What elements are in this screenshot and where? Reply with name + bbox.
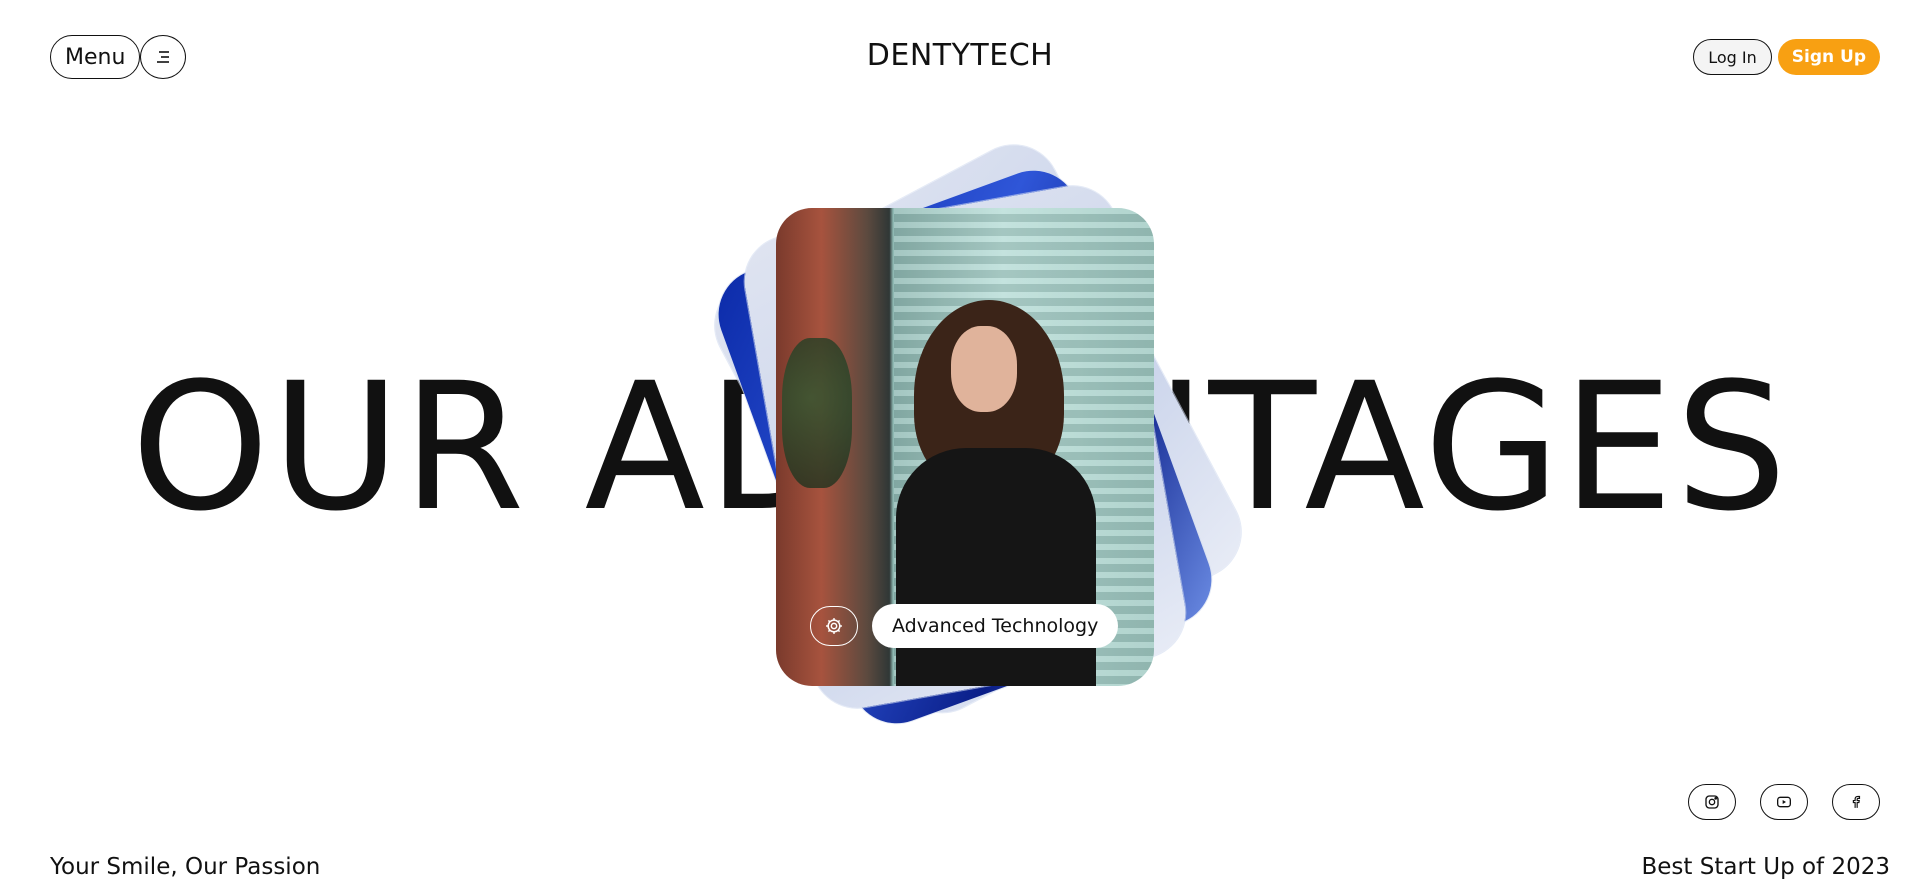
gear-icon — [826, 618, 842, 634]
card-stack[interactable]: Advanced Technology — [698, 129, 1258, 737]
login-button[interactable]: Log In — [1693, 39, 1772, 75]
person-face — [951, 326, 1017, 412]
auth-group: Log In Sign Up — [1693, 39, 1880, 75]
instagram-icon — [1705, 795, 1719, 809]
card-icon-button[interactable] — [810, 606, 858, 646]
instagram-button[interactable] — [1688, 784, 1736, 820]
youtube-icon — [1777, 796, 1791, 808]
award-text: Best Start Up of 2023 — [1641, 854, 1891, 880]
facebook-icon — [1852, 795, 1861, 808]
page: Menu DENTYTECH Log In Sign Up OUR ADVANT… — [0, 0, 1920, 892]
person-body — [896, 448, 1096, 686]
card-front-photo[interactable]: Advanced Technology — [776, 208, 1154, 686]
tagline: Your Smile, Our Passion — [50, 854, 321, 880]
facebook-button[interactable] — [1832, 784, 1880, 820]
youtube-button[interactable] — [1760, 784, 1808, 820]
signup-button[interactable]: Sign Up — [1777, 39, 1880, 75]
brand-logo[interactable]: DENTYTECH — [0, 38, 1920, 73]
social-links — [1688, 784, 1880, 820]
card-label[interactable]: Advanced Technology — [872, 604, 1119, 648]
plant-shape — [782, 338, 852, 488]
